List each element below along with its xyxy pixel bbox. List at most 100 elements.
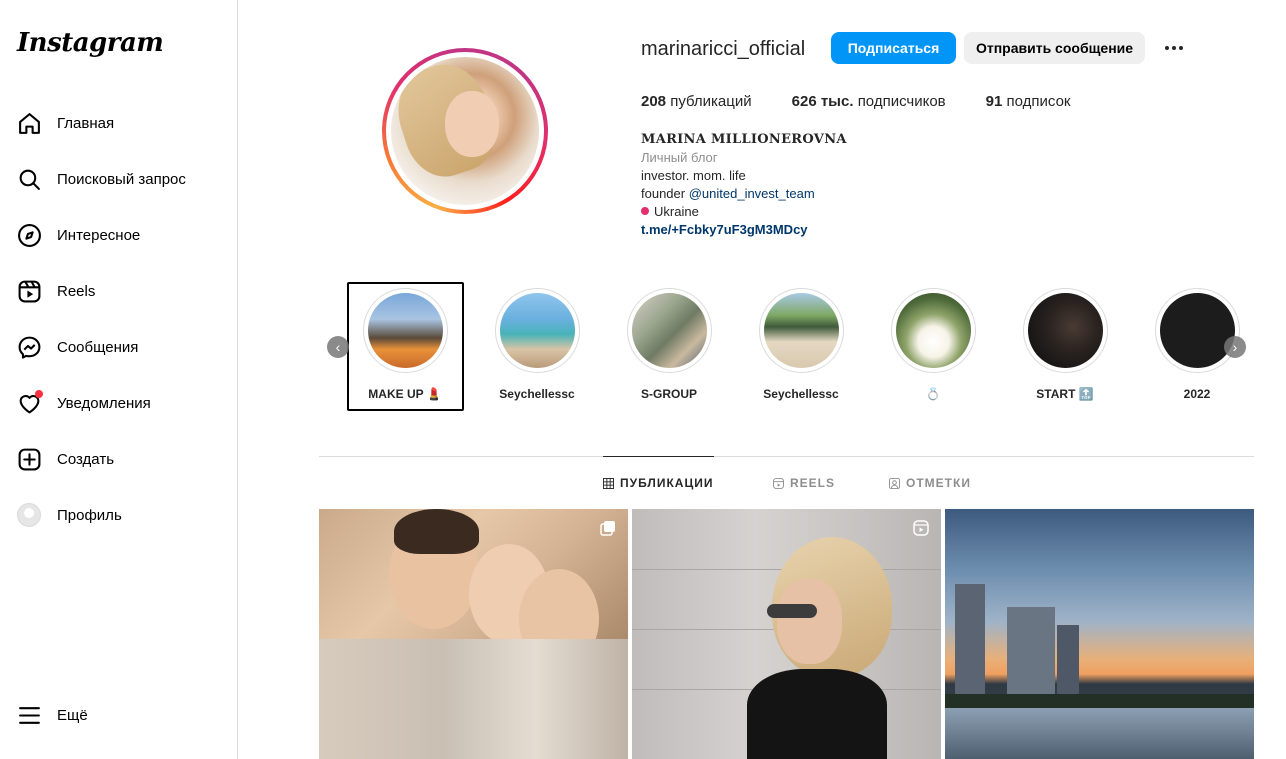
highlight-cover xyxy=(1027,293,1103,368)
search-icon xyxy=(16,166,42,192)
photo-detail xyxy=(777,579,842,664)
sidebar-item-label: Поисковый запрос xyxy=(57,170,186,188)
highlight-item[interactable]: Seychellessc xyxy=(751,288,851,401)
posts-count-label: публикаций xyxy=(670,93,752,110)
avatar xyxy=(17,503,41,527)
reels-icon xyxy=(773,477,784,489)
highlights-prev-arrow[interactable]: ‹ xyxy=(327,336,349,358)
tab-tagged[interactable]: ОТМЕТКИ xyxy=(889,476,971,490)
tab-posts[interactable]: ПУБЛИКАЦИИ xyxy=(603,476,713,490)
tab-label: ПУБЛИКАЦИИ xyxy=(620,476,714,490)
highlight-item[interactable]: MAKE UP 💄 xyxy=(355,288,455,401)
highlight-label: Seychellessc xyxy=(763,387,839,401)
following-count[interactable]: 91 подписок xyxy=(986,93,1071,110)
sidebar-item-home[interactable]: Главная xyxy=(16,103,114,143)
tab-label: ОТМЕТКИ xyxy=(906,476,971,490)
highlight-circle xyxy=(362,288,448,373)
highlight-item[interactable]: S-GROUP xyxy=(619,288,719,401)
highlight-cover xyxy=(895,293,971,368)
notification-dot xyxy=(35,390,43,398)
highlight-circle xyxy=(626,288,712,373)
highlight-label: S-GROUP xyxy=(640,387,697,401)
sidebar-item-label: Интересное xyxy=(57,226,141,244)
sidebar-item-label: Главная xyxy=(57,114,115,132)
bio-mention-link[interactable]: @united_invest_team xyxy=(689,186,815,201)
sidebar-item-label: Сообщения xyxy=(57,338,139,356)
highlight-cover xyxy=(763,293,839,368)
highlight-item[interactable]: START 🔝 xyxy=(1015,288,1115,401)
follow-button[interactable]: Подписаться xyxy=(831,32,956,64)
followers-count-label: подписчиков xyxy=(857,93,946,110)
active-tab-indicator xyxy=(603,456,714,457)
photo-detail xyxy=(319,639,628,759)
sidebar-item-label: Ещё xyxy=(57,706,88,724)
bio-text: founder xyxy=(641,186,686,201)
post-thumbnail[interactable] xyxy=(945,509,1254,759)
send-message-button[interactable]: Отправить сообщение xyxy=(964,32,1145,64)
highlight-circle xyxy=(494,288,580,373)
bio-external-link[interactable]: t.me/+Fcbky7uF3gM3MDcy xyxy=(641,221,847,239)
sidebar-item-more[interactable]: Ещё xyxy=(16,695,88,735)
highlight-circle xyxy=(1022,288,1108,373)
sidebar-item-profile[interactable]: Профиль xyxy=(16,495,122,535)
location-text: Ukraine xyxy=(654,204,699,219)
post-thumbnail[interactable] xyxy=(319,509,628,759)
menu-icon xyxy=(16,702,42,728)
highlights-next-arrow[interactable]: › xyxy=(1224,336,1246,358)
highlight-item[interactable]: Seychellessc xyxy=(487,288,587,401)
sidebar-item-search[interactable]: Поисковый запрос xyxy=(16,159,186,199)
instagram-logo[interactable]: Instagram xyxy=(17,28,164,58)
more-options-icon[interactable] xyxy=(1161,38,1187,58)
sidebar-item-label: Создать xyxy=(57,450,115,468)
profile-category: Личный блог xyxy=(641,150,718,165)
profile-full-name: MARINA MILLIONEROVNA xyxy=(641,132,847,147)
sidebar-item-notifications[interactable]: Уведомления xyxy=(16,383,151,423)
highlight-label: Seychellessc xyxy=(499,387,575,401)
photo-detail xyxy=(445,91,499,157)
posts-count-value: 208 xyxy=(641,93,667,110)
bio-location: Ukraine xyxy=(641,203,847,221)
sidebar-item-reels[interactable]: Reels xyxy=(16,271,95,311)
profile-username: marinaricci_official xyxy=(641,38,806,60)
compass-icon xyxy=(16,222,42,248)
reels-icon xyxy=(16,278,42,304)
photo-detail xyxy=(1057,625,1079,697)
profile-bio: MARINA MILLIONEROVNA Личный блог investo… xyxy=(641,131,847,239)
tab-label: REELS xyxy=(790,476,836,490)
following-count-label: подписок xyxy=(1006,93,1071,110)
highlight-cover xyxy=(631,293,707,368)
tabs-divider xyxy=(319,456,1254,457)
home-icon xyxy=(16,110,42,136)
post-thumbnail[interactable] xyxy=(632,509,941,759)
highlight-circle xyxy=(758,288,844,373)
photo-detail xyxy=(767,604,817,618)
sidebar-item-label: Профиль xyxy=(57,506,122,524)
profile-avatar-wrap xyxy=(16,502,42,528)
bio-line: investor. mom. life xyxy=(641,168,746,183)
posts-count: 208 публикаций xyxy=(641,93,752,110)
photo-detail xyxy=(945,694,1254,708)
tab-reels[interactable]: REELS xyxy=(773,476,835,490)
photo-detail xyxy=(747,669,887,759)
highlight-label: 💍 xyxy=(925,387,941,401)
sidebar-item-messages[interactable]: Сообщения xyxy=(16,327,138,367)
messenger-icon xyxy=(16,334,42,360)
profile-stats: 208 публикаций 626 тыс. подписчиков 91 п… xyxy=(641,93,1110,110)
profile-avatar[interactable] xyxy=(382,48,548,214)
story-highlights: MAKE UP 💄 Seychellessc S-GROUP Seychelle… xyxy=(327,280,1250,415)
photo-detail xyxy=(945,708,1254,759)
avatar-inner xyxy=(386,52,544,210)
sidebar-item-explore[interactable]: Интересное xyxy=(16,215,140,255)
following-count-value: 91 xyxy=(985,93,1003,110)
highlight-label: 2022 xyxy=(1183,387,1211,401)
highlight-cover xyxy=(1159,293,1235,368)
pin-icon xyxy=(641,207,649,215)
highlight-label: MAKE UP 💄 xyxy=(368,387,442,401)
profile-photo xyxy=(391,57,539,205)
highlight-item[interactable]: 💍 xyxy=(883,288,983,401)
sidebar-item-create[interactable]: Создать xyxy=(16,439,114,479)
highlight-cover xyxy=(367,293,443,368)
tagged-icon xyxy=(889,477,900,489)
grid-icon xyxy=(603,477,614,489)
followers-count[interactable]: 626 тыс. подписчиков xyxy=(792,93,946,110)
